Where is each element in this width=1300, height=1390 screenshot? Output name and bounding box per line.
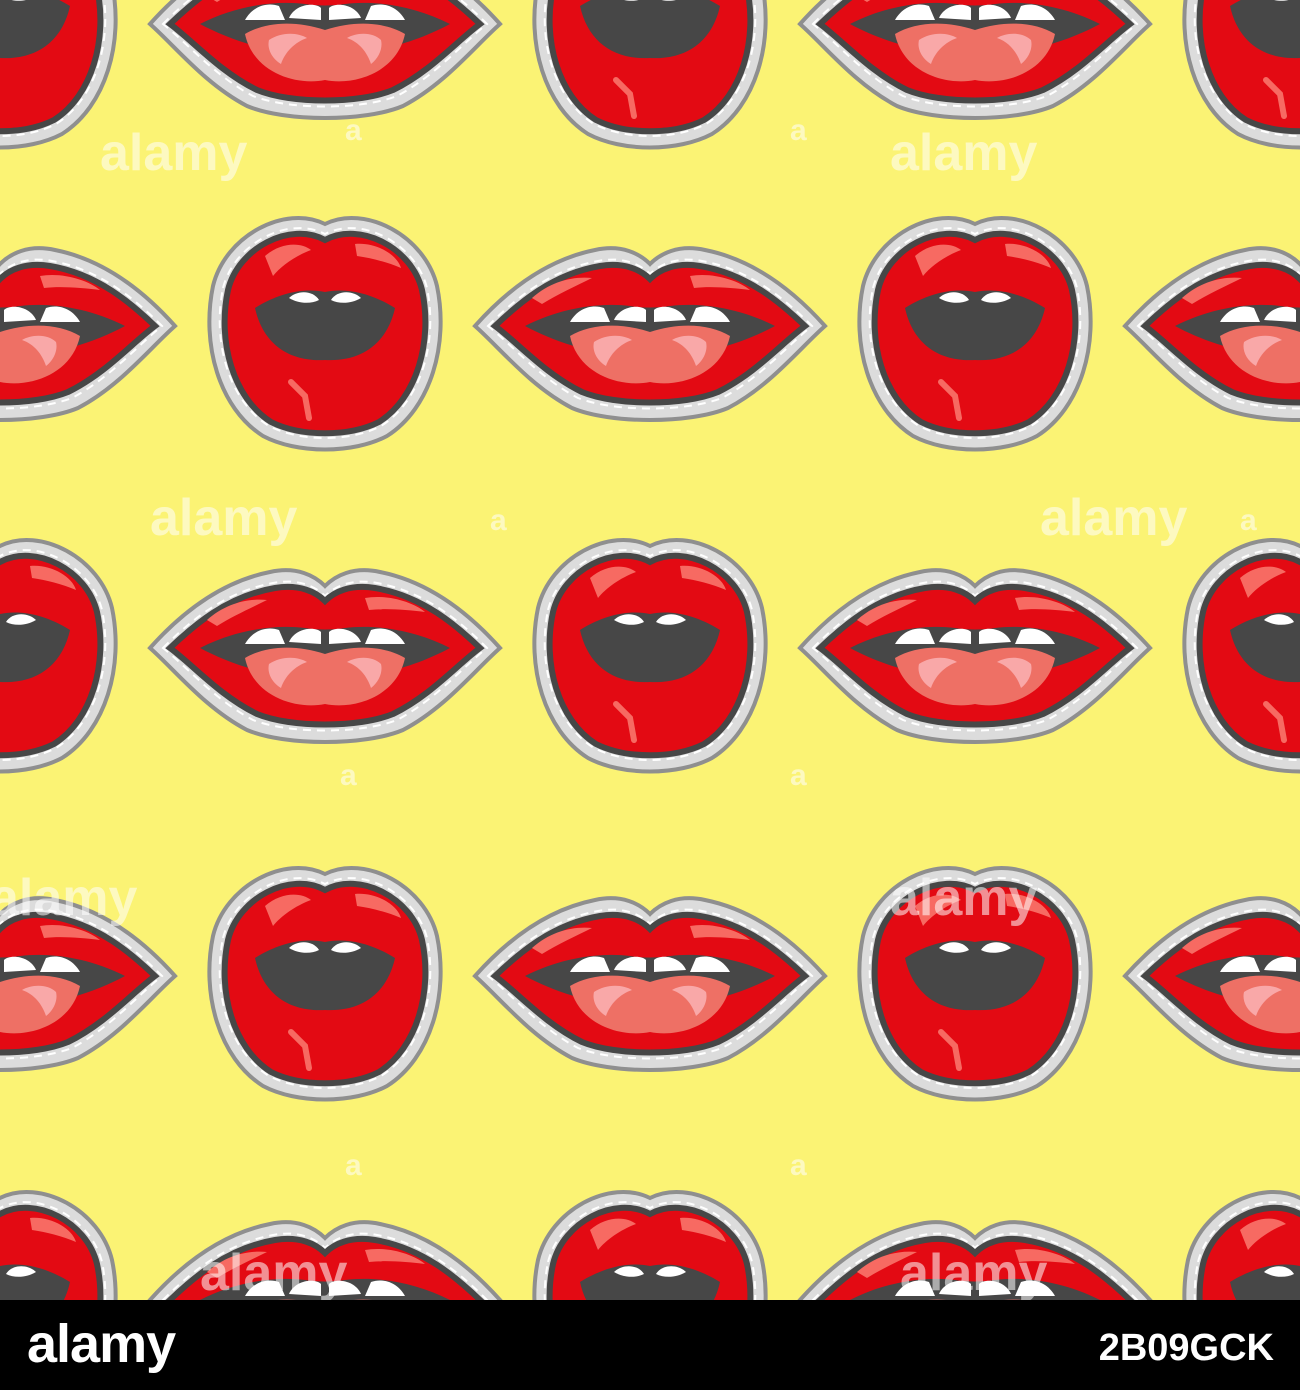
brand-logo: alamy <box>27 1314 176 1374</box>
watermark-text: alamy <box>890 124 1038 182</box>
watermark-text: alamy <box>0 869 138 927</box>
round-lips-sticker <box>859 218 1090 450</box>
watermark-mark: a <box>340 759 357 792</box>
watermark-mark: a <box>790 1149 807 1182</box>
lips-pattern: alamy alamy alamy alamy alamy alamy alamy alamy… <box>0 0 1300 1300</box>
watermark-text: alamy <box>100 124 248 182</box>
watermark-text: alamy <box>890 869 1038 927</box>
watermark-text: alamy <box>150 489 298 547</box>
watermark-mark: a <box>345 114 362 147</box>
watermark-text: alamy <box>1040 489 1188 547</box>
round-lips-sticker <box>209 868 440 1100</box>
watermark-text: alamy <box>200 1244 348 1300</box>
watermark-mark: a <box>790 759 807 792</box>
watermark-mark: a <box>345 1149 362 1182</box>
round-lips-sticker <box>209 218 440 450</box>
watermark-mark: a <box>790 114 807 147</box>
footer-bar: alamy 2B09GCK <box>0 1300 1300 1390</box>
round-lips-sticker <box>534 540 765 772</box>
watermark-mark: a <box>490 504 507 537</box>
watermark-mark: a <box>1240 504 1257 537</box>
watermark-text: alamy <box>900 1244 1048 1300</box>
image-id-label: 2B09GCK <box>1098 1327 1274 1369</box>
